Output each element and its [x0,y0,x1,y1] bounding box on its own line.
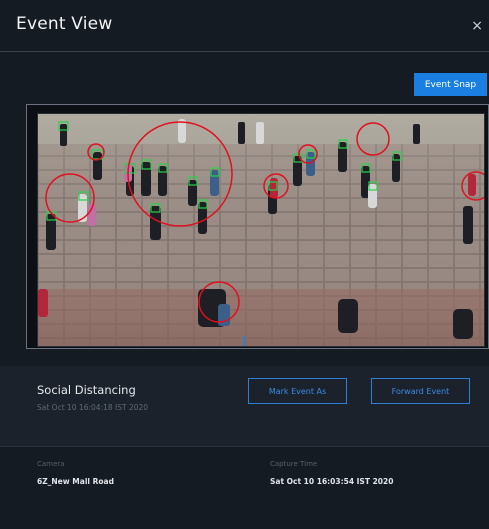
event-view-modal: Event View × Event Snap Social Distancin… [0,0,489,529]
camera-value: 6Z_New Mall Road [37,477,114,486]
close-icon[interactable]: × [471,18,483,34]
capture-time-label: Capture Time [270,460,318,468]
forward-event-button[interactable]: Forward Event [371,378,470,404]
event-type-title: Social Distancing [37,383,136,397]
modal-title: Event View [16,14,113,34]
event-snap-button[interactable]: Event Snap [414,73,487,96]
modal-header: Event View × [0,0,489,52]
details-divider [0,446,489,447]
event-timestamp: Sat Oct 10 16:04:18 IST 2020 [37,403,149,412]
capture-time-value: Sat Oct 10 16:03:54 IST 2020 [270,477,394,486]
event-media-viewer [26,104,489,349]
camera-label: Camera [37,460,65,468]
mark-event-as-button[interactable]: Mark Event As [248,378,347,404]
event-snapshot-image [37,113,485,347]
